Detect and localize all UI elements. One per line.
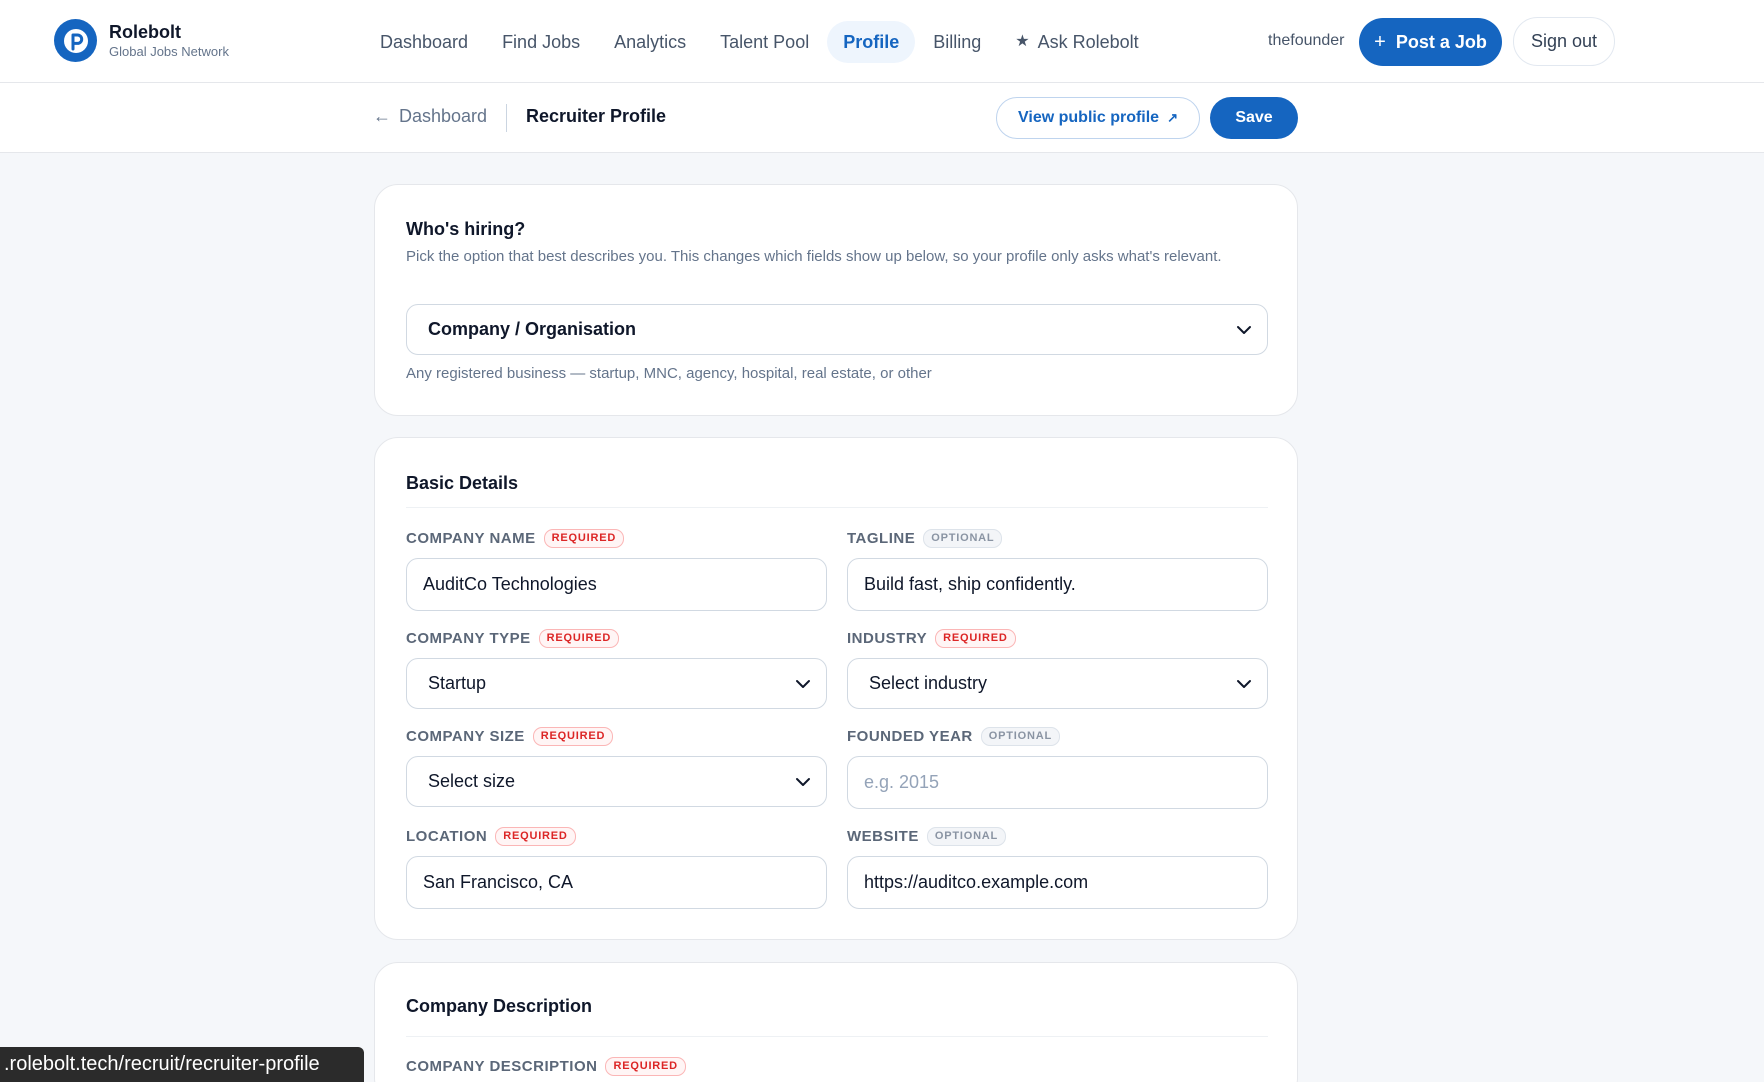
- star-icon: ★: [1015, 33, 1030, 50]
- whos-hiring-card: Who's hiring? Pick the option that best …: [374, 184, 1298, 416]
- post-job-button[interactable]: + Post a Job: [1359, 18, 1502, 66]
- section-divider: [406, 1036, 1268, 1037]
- page-subheader: ← Dashboard Recruiter Profile View publi…: [0, 83, 1764, 153]
- plus-icon: +: [1374, 30, 1386, 53]
- tagline-input[interactable]: [847, 558, 1268, 611]
- hiring-type-hint: Any registered business — startup, MNC, …: [406, 365, 932, 382]
- hiring-type-value: Company / Organisation: [428, 319, 637, 339]
- basic-details-title: Basic Details: [406, 473, 519, 493]
- required-badge: REQUIRED: [495, 827, 576, 846]
- page-title: Recruiter Profile: [526, 106, 667, 126]
- breadcrumb-divider: [506, 104, 507, 132]
- chevron-down-icon: [1237, 325, 1251, 334]
- founded-year-input[interactable]: [847, 756, 1268, 809]
- sign-out-button[interactable]: Sign out: [1513, 17, 1615, 66]
- location-label-text: LOCATION: [406, 828, 488, 845]
- view-public-profile-label: View public profile: [1018, 109, 1160, 126]
- view-public-profile-button[interactable]: View public profile ↗: [996, 97, 1200, 139]
- company-description-card: Company Description COMPANY DESCRIPTION …: [374, 962, 1298, 1082]
- tagline-label-text: TAGLINE: [847, 530, 916, 547]
- company-name-input[interactable]: [406, 558, 827, 611]
- tagline-label: TAGLINE OPTIONAL: [847, 529, 1003, 548]
- company-name-label-text: COMPANY NAME: [406, 530, 536, 547]
- post-job-label: Post a Job: [1395, 31, 1487, 52]
- company-description-title: Company Description: [406, 996, 593, 1016]
- company-size-select[interactable]: Select size: [406, 756, 827, 807]
- location-input[interactable]: [406, 856, 827, 909]
- basic-details-card: Basic Details COMPANY NAME REQUIRED TAGL…: [374, 437, 1298, 940]
- nav-item-dashboard[interactable]: Dashboard: [364, 21, 484, 63]
- required-badge: REQUIRED: [935, 629, 1016, 648]
- brand-name: Rolebolt: [109, 21, 181, 42]
- whos-hiring-title: Who's hiring?: [406, 219, 526, 239]
- section-divider: [406, 507, 1268, 508]
- company-size-label-text: COMPANY SIZE: [406, 728, 525, 745]
- website-label: WEBSITE OPTIONAL: [847, 827, 1007, 846]
- nav-item-analytics[interactable]: Analytics: [598, 21, 702, 63]
- website-label-text: WEBSITE: [847, 828, 919, 845]
- back-to-dashboard-link[interactable]: ← Dashboard: [373, 106, 487, 127]
- optional-badge: OPTIONAL: [980, 727, 1060, 746]
- required-badge: REQUIRED: [543, 529, 625, 548]
- brand-subtitle: Global Jobs Network: [109, 43, 229, 59]
- status-url-tooltip: .rolebolt.tech/recruit/recruiter-profile: [0, 1047, 364, 1082]
- location-label: LOCATION REQUIRED: [406, 827, 576, 846]
- website-input[interactable]: [847, 856, 1268, 909]
- username: thefounder: [1268, 32, 1345, 49]
- chevron-down-icon: [796, 777, 810, 786]
- industry-label-text: INDUSTRY: [847, 630, 928, 647]
- industry-label: INDUSTRY REQUIRED: [847, 629, 1016, 648]
- nav-item-find-jobs[interactable]: Find Jobs: [486, 21, 596, 63]
- company-description-label: COMPANY DESCRIPTION REQUIRED: [406, 1057, 686, 1076]
- founded-year-label: FOUNDED YEAR OPTIONAL: [847, 727, 1060, 746]
- rolebolt-logo-icon: [54, 19, 97, 62]
- founded-year-label-text: FOUNDED YEAR: [847, 728, 973, 745]
- optional-badge: OPTIONAL: [926, 827, 1007, 846]
- industry-value: Select industry: [869, 673, 988, 693]
- external-link-icon: ↗: [1167, 110, 1178, 125]
- company-name-label: COMPANY NAME REQUIRED: [406, 529, 625, 548]
- save-button[interactable]: Save: [1210, 97, 1298, 139]
- nav-item-ask-rolebolt-label: Ask Rolebolt: [1037, 32, 1139, 52]
- hiring-type-select[interactable]: Company / Organisation: [406, 304, 1268, 355]
- arrow-left-icon: ←: [373, 106, 391, 126]
- company-description-label-text: COMPANY DESCRIPTION: [406, 1058, 598, 1075]
- back-link-label: Dashboard: [399, 106, 488, 126]
- brand[interactable]: Rolebolt Global Jobs Network: [54, 19, 229, 62]
- optional-badge: OPTIONAL: [923, 529, 1003, 548]
- company-type-label-text: COMPANY TYPE: [406, 630, 531, 647]
- nav-item-billing[interactable]: Billing: [917, 21, 997, 63]
- nav-item-ask-rolebolt[interactable]: ★ Ask Rolebolt: [999, 21, 1154, 63]
- nav-item-profile[interactable]: Profile: [827, 21, 916, 63]
- company-size-label: COMPANY SIZE REQUIRED: [406, 727, 614, 746]
- main-nav: Dashboard Find Jobs Analytics Talent Poo…: [364, 21, 1157, 63]
- required-badge: REQUIRED: [605, 1057, 686, 1076]
- company-size-value: Select size: [428, 771, 516, 791]
- company-type-value: Startup: [428, 673, 487, 693]
- chevron-down-icon: [796, 679, 810, 688]
- chevron-down-icon: [1237, 679, 1251, 688]
- whos-hiring-description: Pick the option that best describes you.…: [406, 248, 1222, 265]
- industry-select[interactable]: Select industry: [847, 658, 1268, 709]
- company-type-select[interactable]: Startup: [406, 658, 827, 709]
- company-type-label: COMPANY TYPE REQUIRED: [406, 629, 620, 648]
- nav-item-talent-pool[interactable]: Talent Pool: [704, 21, 825, 63]
- top-navbar: Rolebolt Global Jobs Network Dashboard F…: [0, 0, 1764, 83]
- required-badge: REQUIRED: [538, 629, 620, 648]
- required-badge: REQUIRED: [532, 727, 614, 746]
